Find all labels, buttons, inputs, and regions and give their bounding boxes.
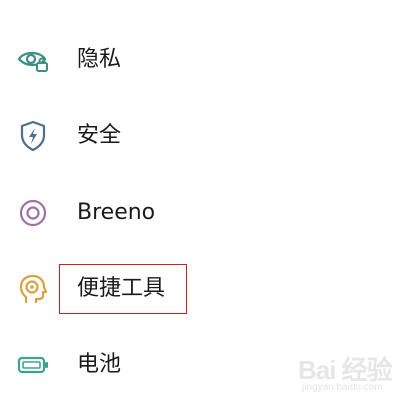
settings-item-label: Breeno: [77, 200, 156, 225]
settings-item-privacy[interactable]: 隐私: [0, 30, 420, 90]
settings-item-label: 隐私: [77, 47, 122, 72]
settings-item-breeno[interactable]: Breeno: [0, 183, 420, 243]
settings-item-label: 电池: [77, 352, 122, 377]
battery-icon: [16, 348, 50, 382]
settings-list: 隐私 安全 Breeno 便捷工具 电池: [0, 0, 420, 400]
eye-lock-icon: [16, 43, 50, 77]
breeno-ring-icon: [16, 196, 50, 230]
settings-item-convenience-tools[interactable]: 便捷工具: [0, 259, 420, 319]
watermark: Bai 经验 jingyan.baidu.com: [298, 346, 416, 396]
settings-item-label: 安全: [77, 123, 122, 148]
settings-item-label: 便捷工具: [77, 276, 166, 301]
shield-bolt-icon: [16, 119, 50, 153]
head-target-icon: [16, 272, 50, 306]
settings-item-security[interactable]: 安全: [0, 106, 420, 166]
watermark-url: jingyan.baidu.com: [302, 382, 383, 393]
